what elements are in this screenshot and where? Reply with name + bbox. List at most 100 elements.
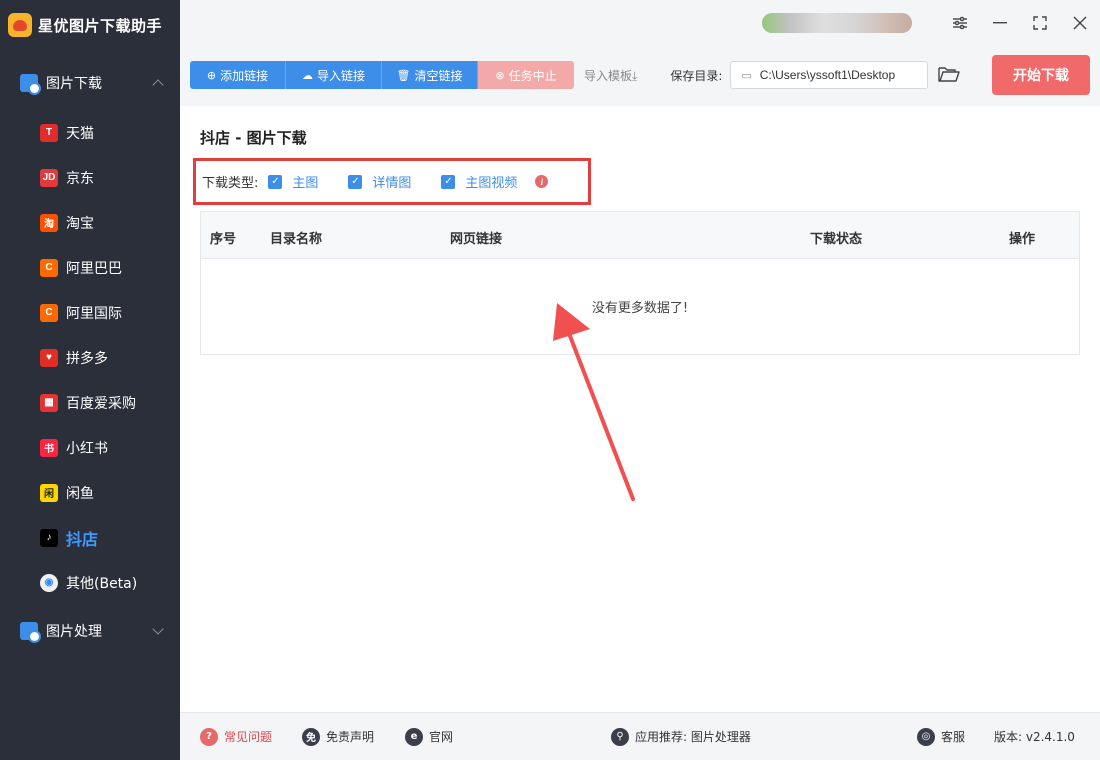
sidebar-item-label: 闲鱼 bbox=[66, 485, 94, 502]
douyin-icon: ♪ bbox=[40, 528, 58, 547]
minimize-icon[interactable] bbox=[980, 8, 1020, 38]
plus-circle-icon: ⊕ bbox=[206, 68, 217, 82]
xianyu-icon: 闲 bbox=[40, 483, 58, 502]
checkbox-detail-image[interactable]: ✓ 详情图 bbox=[348, 172, 411, 191]
add-link-button[interactable]: ⊕ 添加链接 bbox=[190, 61, 286, 89]
pinduoduo-icon: ♥ bbox=[40, 348, 58, 367]
start-download-button[interactable]: 开始下载 bbox=[992, 55, 1090, 95]
settings-sliders-icon[interactable] bbox=[940, 8, 980, 38]
sidebar-item-0[interactable]: T 天猫 bbox=[0, 110, 180, 155]
sidebar-item-1[interactable]: JD 京东 bbox=[0, 155, 180, 200]
disclaimer-icon: 免 bbox=[302, 727, 320, 746]
website-label: 官网 bbox=[429, 730, 454, 744]
table-header: 序号 目录名称 网页链接 下载状态 操作 bbox=[201, 212, 1079, 259]
app-header: 星优图片下载助手 bbox=[0, 0, 180, 50]
xiaohongshu-icon: 书 bbox=[40, 438, 58, 457]
chevron-down-icon bbox=[152, 623, 164, 635]
app-title: 星优图片下载助手 bbox=[38, 16, 163, 35]
import-link-button[interactable]: ☁ 导入链接 bbox=[286, 61, 382, 89]
clear-links-button[interactable]: 🗑 清空链接 bbox=[382, 61, 478, 89]
stop-circle-icon: ⊗ bbox=[495, 68, 505, 82]
stop-task-label: 任务中止 bbox=[508, 68, 557, 83]
app-recommend-link[interactable]: ⚲ 应用推荐: 图片处理器 bbox=[611, 727, 751, 746]
add-link-label: 添加链接 bbox=[220, 68, 269, 83]
checkbox-main-image[interactable]: ✓ 主图 bbox=[268, 172, 318, 191]
checkbox-main-video[interactable]: ✓ 主图视频 bbox=[441, 172, 517, 191]
headset-icon: ◎ bbox=[917, 727, 935, 746]
sidebar-item-label: 淘宝 bbox=[66, 215, 94, 232]
chrome-icon: ◉ bbox=[40, 573, 58, 592]
jd-icon: JD bbox=[40, 168, 58, 187]
save-dir-label: 保存目录: bbox=[670, 68, 723, 83]
checkbox-checked-icon: ✓ bbox=[441, 174, 456, 189]
service-label: 客服 bbox=[941, 730, 966, 744]
column-header-index: 序号 bbox=[210, 232, 237, 247]
sidebar-nav-list: T 天猫 JD 京东淘淘宝 C 阿里巴巴 C 阿里国际 ♥ 拼多多 ▦ 百度爱采购书小红书闲闲鱼 ♪ 抖店… bbox=[0, 106, 180, 605]
sidebar-group-process[interactable]: 图片处理 bbox=[0, 608, 180, 654]
disclaimer-link[interactable]: 免 免责声明 bbox=[302, 727, 374, 746]
image-process-icon bbox=[20, 622, 41, 643]
ie-browser-icon: e bbox=[405, 727, 423, 746]
toolbar-row: ⊕ 添加链接 ☁ 导入链接 🗑 清空链接 ⊗ 任务中止 导入模板⤓ 保存目录: … bbox=[190, 61, 1090, 89]
close-icon[interactable] bbox=[1060, 8, 1100, 38]
main-content: 抖店 - 图片下载 下载类型: ✓ 主图 ✓ 详情图 ✓ 主图视频 i 序号 目… bbox=[180, 106, 1100, 712]
sidebar-item-label: 拼多多 bbox=[66, 350, 108, 367]
faq-link[interactable]: ? 常见问题 bbox=[200, 727, 272, 746]
column-header-status: 下载状态 bbox=[810, 232, 863, 247]
save-dir-value: C:\Users\yssoft1\Desktop bbox=[759, 68, 896, 82]
sidebar-item-label: 京东 bbox=[66, 170, 94, 187]
alibaba-intl-icon: C bbox=[40, 303, 58, 322]
sidebar-group-label: 图片处理 bbox=[46, 624, 102, 640]
sidebar-item-label: 百度爱采购 bbox=[66, 395, 136, 412]
alibaba-icon: C bbox=[40, 258, 58, 277]
checkbox-checked-icon: ✓ bbox=[268, 174, 283, 189]
open-folder-icon[interactable] bbox=[938, 65, 961, 85]
window-controls bbox=[762, 8, 1100, 38]
sidebar-item-8[interactable]: 闲闲鱼 bbox=[0, 470, 180, 515]
column-header-actions: 操作 bbox=[1009, 232, 1036, 247]
sidebar-group-download[interactable]: 图片下载 bbox=[0, 60, 180, 106]
checkbox-label: 主图视频 bbox=[465, 176, 518, 191]
folder-outline-icon: ▭ bbox=[741, 69, 752, 82]
column-header-dir-name: 目录名称 bbox=[270, 232, 323, 247]
chevron-up-icon bbox=[152, 79, 164, 91]
sidebar-item-label: 天猫 bbox=[66, 125, 94, 142]
maximize-icon[interactable] bbox=[1020, 8, 1060, 38]
import-link-label: 导入链接 bbox=[316, 68, 365, 83]
baidu-aicaigou-icon: ▦ bbox=[40, 393, 58, 412]
info-icon[interactable]: i bbox=[535, 175, 549, 188]
taobao-icon: 淘 bbox=[40, 213, 58, 232]
import-template-link[interactable]: 导入模板⤓ bbox=[584, 67, 637, 84]
sidebar-item-10[interactable]: ◉ 其他(Beta) bbox=[0, 560, 180, 605]
page-title: 抖店 - 图片下载 bbox=[200, 129, 307, 147]
stop-task-button[interactable]: ⊗ 任务中止 bbox=[478, 61, 574, 89]
version-text: 版本: v2.4.1.0 bbox=[994, 728, 1075, 745]
annotation-arrow bbox=[553, 303, 635, 501]
version-label: 版本: v2.4.1.0 bbox=[994, 730, 1075, 744]
sidebar-item-6[interactable]: ▦ 百度爱采购 bbox=[0, 380, 180, 425]
top-toolbar: ⊕ 添加链接 ☁ 导入链接 🗑 清空链接 ⊗ 任务中止 导入模板⤓ 保存目录: … bbox=[180, 0, 1100, 106]
image-download-icon bbox=[20, 74, 41, 95]
trash-icon: 🗑 bbox=[396, 68, 411, 82]
checkbox-label: 主图 bbox=[292, 176, 319, 191]
checkbox-checked-icon: ✓ bbox=[348, 174, 363, 189]
sidebar-item-9[interactable]: ♪ 抖店 bbox=[0, 515, 180, 560]
footer: ? 常见问题 免 免责声明 e 官网 ⚲ 应用推荐: 图片处理器 ◎ 客服 版本… bbox=[180, 712, 1100, 760]
download-type-label: 下载类型: bbox=[202, 176, 259, 191]
download-type-box: 下载类型: ✓ 主图 ✓ 详情图 ✓ 主图视频 i bbox=[193, 158, 591, 205]
user-account-avatar[interactable] bbox=[762, 13, 912, 33]
sidebar-item-label: 阿里国际 bbox=[66, 305, 122, 322]
sidebar: 星优图片下载助手 图片下载 T 天猫 JD 京东淘淘宝 C 阿里巴巴 C 阿里国际 ♥ 拼多多 ▦ 百… bbox=[0, 0, 180, 760]
save-dir-field[interactable]: ▭ C:\Users\yssoft1\Desktop bbox=[730, 61, 929, 89]
sidebar-item-4[interactable]: C 阿里国际 bbox=[0, 290, 180, 335]
sidebar-item-7[interactable]: 书小红书 bbox=[0, 425, 180, 470]
sidebar-item-5[interactable]: ♥ 拼多多 bbox=[0, 335, 180, 380]
sidebar-group-label: 图片下载 bbox=[46, 76, 102, 92]
sidebar-item-label: 阿里巴巴 bbox=[66, 260, 122, 277]
sidebar-item-2[interactable]: 淘淘宝 bbox=[0, 200, 180, 245]
sidebar-item-3[interactable]: C 阿里巴巴 bbox=[0, 245, 180, 290]
website-link[interactable]: e 官网 bbox=[405, 727, 454, 746]
clear-links-label: 清空链接 bbox=[414, 68, 463, 83]
checkbox-label: 详情图 bbox=[372, 176, 412, 191]
customer-service-link[interactable]: ◎ 客服 bbox=[917, 727, 966, 746]
